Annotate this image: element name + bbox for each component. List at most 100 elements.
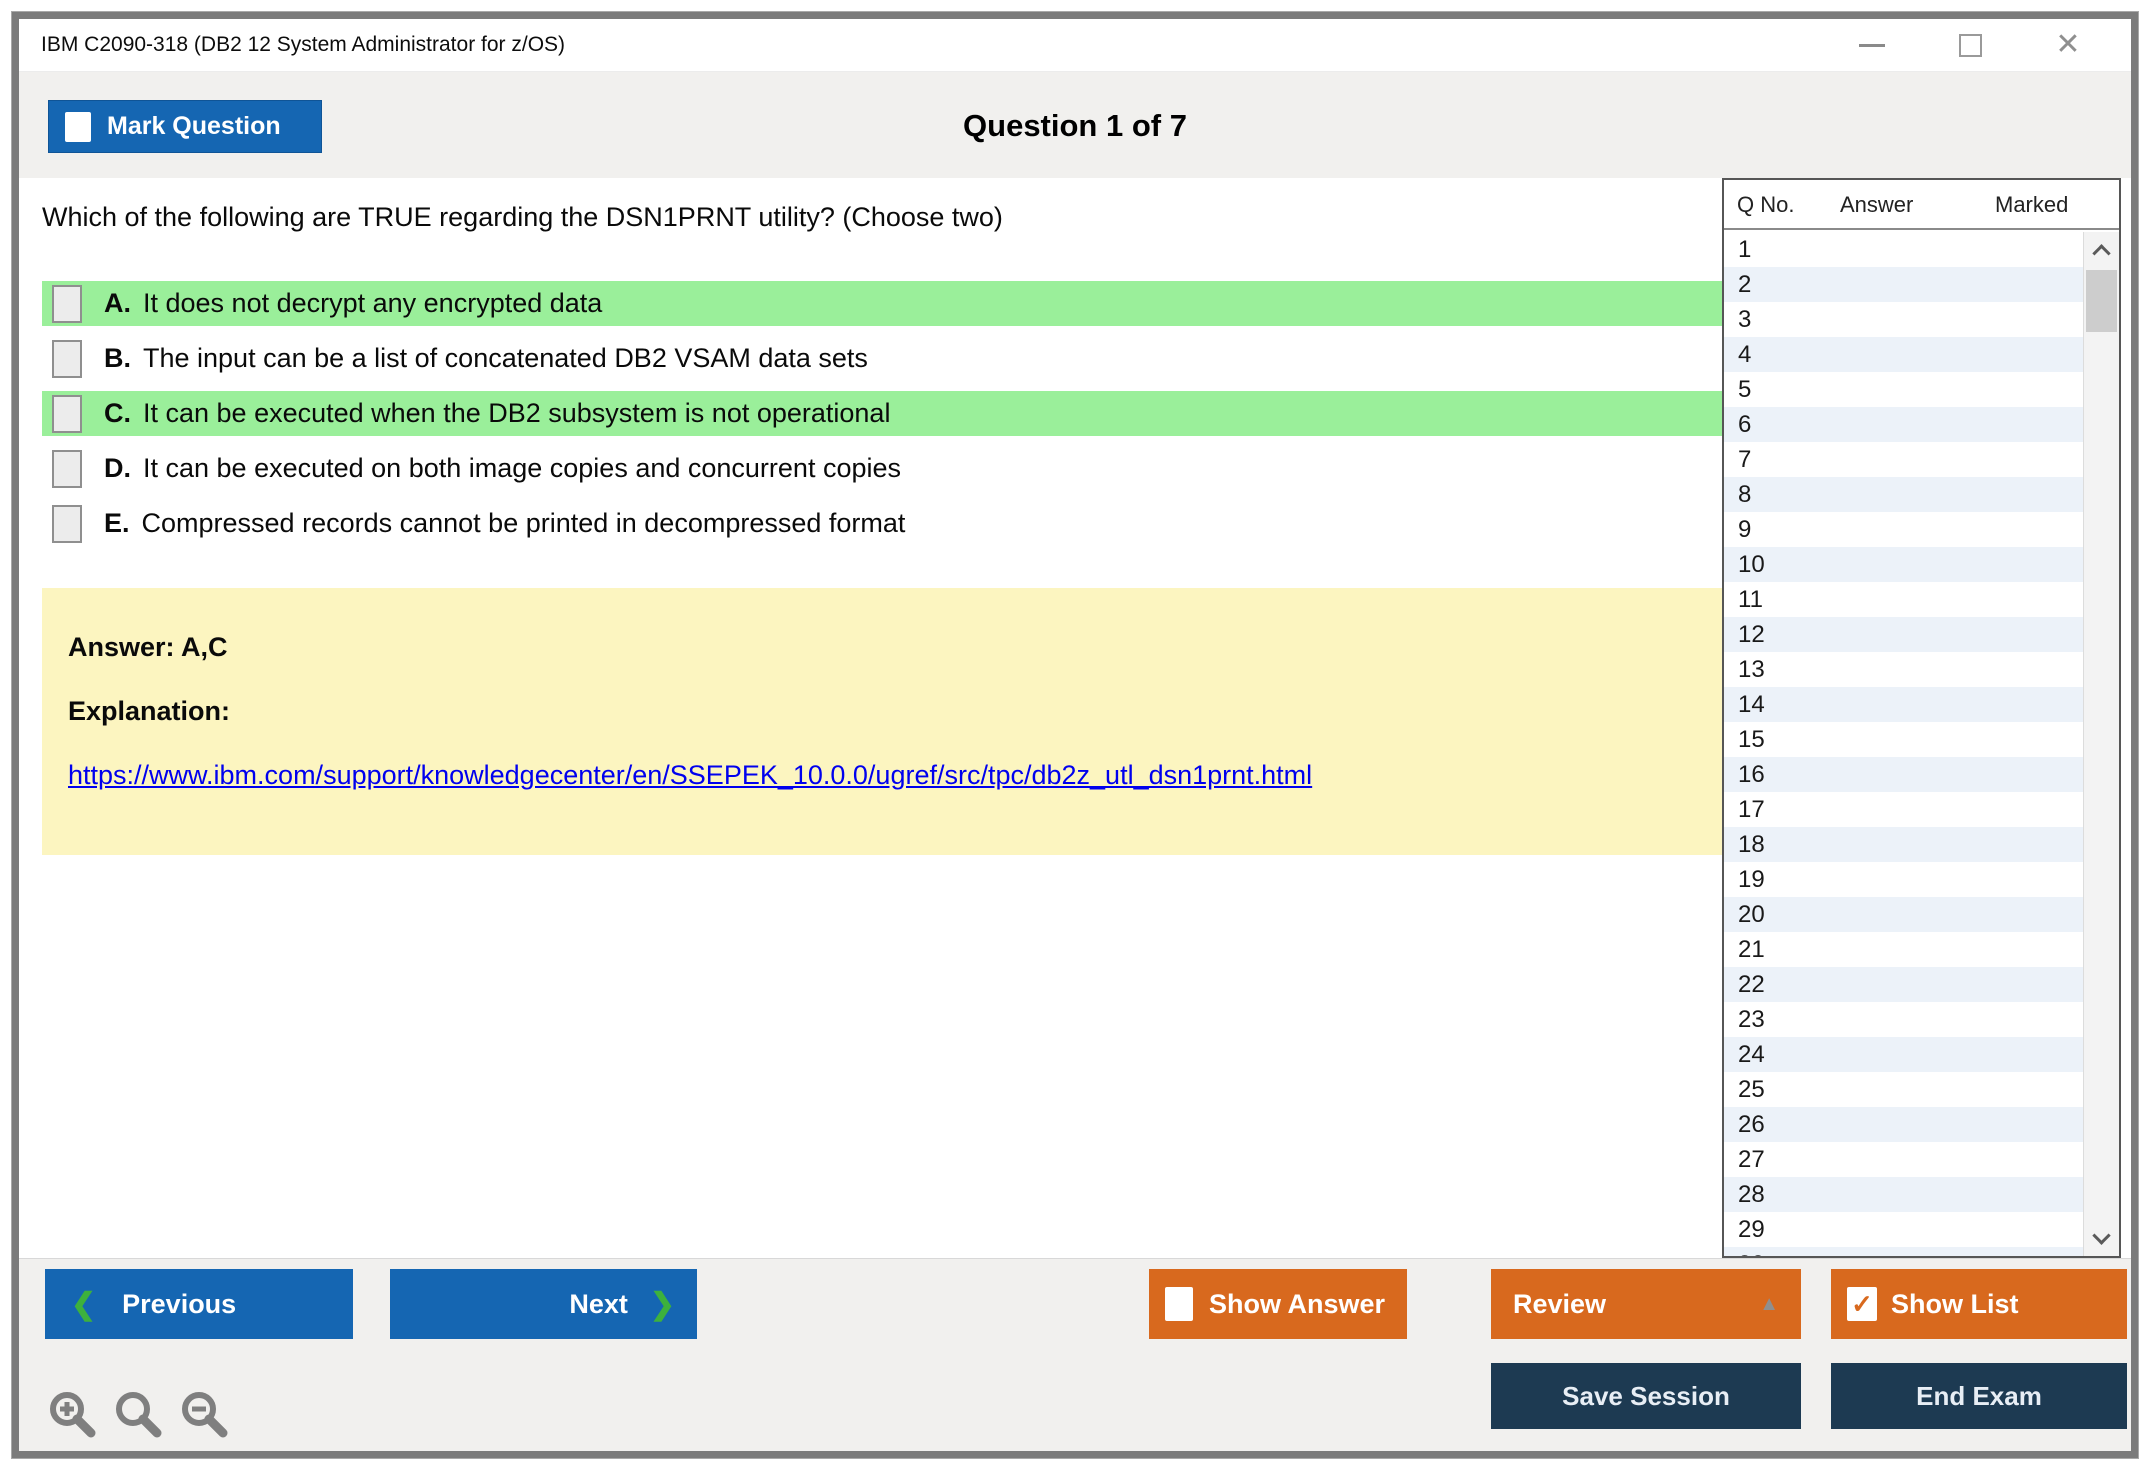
question-list-row[interactable]: 7: [1724, 442, 2083, 477]
scrollbar-thumb[interactable]: [2086, 270, 2117, 332]
option-letter: B.: [104, 343, 131, 373]
explanation-label: Explanation:: [68, 696, 231, 726]
close-button[interactable]: ✕: [2051, 28, 2085, 62]
question-list-body: 1 2 3 4 5 6 7 8 9 10 11 12 13 14 15 16 1…: [1724, 232, 2119, 1256]
question-list-row[interactable]: 10: [1724, 547, 2083, 582]
question-list-row[interactable]: 17: [1724, 792, 2083, 827]
maximize-button[interactable]: [1953, 28, 1987, 62]
question-list-row[interactable]: 2: [1724, 267, 2083, 302]
row-question-number: 3: [1738, 305, 1752, 333]
end-exam-button[interactable]: End Exam: [1831, 1363, 2127, 1429]
column-marked: Marked: [1995, 192, 2069, 217]
app-window: IBM C2090-318 (DB2 12 System Administrat…: [11, 11, 2139, 1459]
review-button[interactable]: Review ▲: [1491, 1269, 1801, 1339]
minimize-button[interactable]: [1855, 28, 1889, 62]
question-list-row[interactable]: 15: [1724, 722, 2083, 757]
option-checkbox[interactable]: [52, 339, 82, 378]
row-question-number: 9: [1738, 515, 1752, 543]
option-checkbox[interactable]: [52, 284, 82, 323]
question-list-row[interactable]: 5: [1724, 372, 2083, 407]
question-header: Mark Question Question 1 of 7: [19, 73, 2131, 178]
question-text: Which of the following are TRUE regardin…: [42, 202, 1003, 232]
question-list-row[interactable]: 20: [1724, 897, 2083, 932]
sidebar-scrollbar[interactable]: [2083, 232, 2119, 1256]
mark-question-checkbox[interactable]: [65, 111, 91, 142]
question-list-row[interactable]: 30: [1724, 1247, 2083, 1256]
question-list-row[interactable]: 24: [1724, 1037, 2083, 1072]
chevron-right-icon: ❯: [649, 1287, 675, 1321]
option-checkbox[interactable]: [52, 504, 82, 543]
maximize-icon: [1958, 33, 1982, 57]
row-question-number: 10: [1738, 550, 1765, 578]
question-list-row[interactable]: 28: [1724, 1177, 2083, 1212]
scroll-down-button[interactable]: [2084, 1220, 2119, 1256]
row-question-number: 15: [1738, 725, 1765, 753]
question-list-row[interactable]: 18: [1724, 827, 2083, 862]
next-label: Next: [569, 1288, 628, 1319]
next-button[interactable]: Next ❯: [390, 1269, 697, 1339]
option-checkbox[interactable]: [52, 449, 82, 488]
scroll-down-icon: [2092, 1225, 2111, 1245]
zoom-reset-icon[interactable]: [112, 1388, 164, 1440]
option-row[interactable]: E. Compressed records cannot be printed …: [42, 501, 1722, 546]
row-question-number: 28: [1738, 1180, 1765, 1208]
row-question-number: 6: [1738, 410, 1752, 438]
show-answer-checkbox[interactable]: [1165, 1287, 1193, 1321]
show-answer-label: Show Answer: [1209, 1288, 1386, 1319]
question-counter: Question 1 of 7: [963, 108, 1187, 143]
end-exam-label: End Exam: [1916, 1380, 2042, 1411]
show-list-button[interactable]: ✓ Show List: [1831, 1269, 2127, 1339]
option-row[interactable]: C. It can be executed when the DB2 subsy…: [42, 391, 1722, 436]
scroll-up-button[interactable]: [2084, 232, 2119, 268]
question-list-row[interactable]: 27: [1724, 1142, 2083, 1177]
question-list-row[interactable]: 23: [1724, 1002, 2083, 1037]
window-title: IBM C2090-318 (DB2 12 System Administrat…: [41, 33, 566, 56]
question-list-row[interactable]: 4: [1724, 337, 2083, 372]
question-list-row[interactable]: 1: [1724, 232, 2083, 267]
option-letter: D.: [104, 453, 131, 483]
row-question-number: 8: [1738, 480, 1752, 508]
question-list-row[interactable]: 29: [1724, 1212, 2083, 1247]
question-list-row[interactable]: 3: [1724, 302, 2083, 337]
review-label: Review: [1513, 1288, 1607, 1319]
close-icon: ✕: [2055, 28, 2081, 61]
question-list-row[interactable]: 9: [1724, 512, 2083, 547]
question-list-row[interactable]: 16: [1724, 757, 2083, 792]
question-list-row[interactable]: 8: [1724, 477, 2083, 512]
question-list-row[interactable]: 26: [1724, 1107, 2083, 1142]
row-question-number: 16: [1738, 760, 1765, 788]
zoom-in-icon[interactable]: [46, 1388, 98, 1440]
option-text: Compressed records cannot be printed in …: [141, 508, 906, 538]
row-question-number: 11: [1738, 585, 1763, 613]
question-list-row[interactable]: 11: [1724, 582, 2083, 617]
scroll-up-icon: [2092, 243, 2111, 263]
option-letter: E.: [104, 508, 130, 538]
question-list-row[interactable]: 12: [1724, 617, 2083, 652]
option-row[interactable]: D. It can be executed on both image copi…: [42, 446, 1722, 491]
option-row[interactable]: A. It does not decrypt any encrypted dat…: [42, 281, 1722, 326]
triangle-up-icon: ▲: [1759, 1292, 1779, 1315]
mark-question-button[interactable]: Mark Question: [48, 100, 322, 153]
zoom-controls: [46, 1388, 230, 1440]
previous-button[interactable]: ❮ Previous: [45, 1269, 353, 1339]
question-list-row[interactable]: 6: [1724, 407, 2083, 442]
question-list-row[interactable]: 25: [1724, 1072, 2083, 1107]
show-list-label: Show List: [1891, 1288, 2019, 1319]
mark-question-label: Mark Question: [107, 112, 281, 140]
question-list-row[interactable]: 14: [1724, 687, 2083, 722]
question-list-row[interactable]: 13: [1724, 652, 2083, 687]
show-list-checkbox[interactable]: ✓: [1847, 1287, 1877, 1321]
zoom-out-icon[interactable]: [178, 1388, 230, 1440]
question-list-row[interactable]: 22: [1724, 967, 2083, 1002]
chevron-left-icon: ❮: [71, 1287, 97, 1321]
row-question-number: 5: [1738, 375, 1752, 403]
option-row[interactable]: B. The input can be a list of concatenat…: [42, 336, 1722, 381]
explanation-link[interactable]: https://www.ibm.com/support/knowledgecen…: [68, 760, 1312, 790]
row-question-number: 19: [1738, 865, 1765, 893]
question-list-row[interactable]: 21: [1724, 932, 2083, 967]
option-checkbox[interactable]: [52, 394, 82, 433]
show-answer-button[interactable]: Show Answer: [1149, 1269, 1407, 1339]
minimize-icon: [1859, 43, 1885, 47]
question-list-row[interactable]: 19: [1724, 862, 2083, 897]
save-session-button[interactable]: Save Session: [1491, 1363, 1801, 1429]
